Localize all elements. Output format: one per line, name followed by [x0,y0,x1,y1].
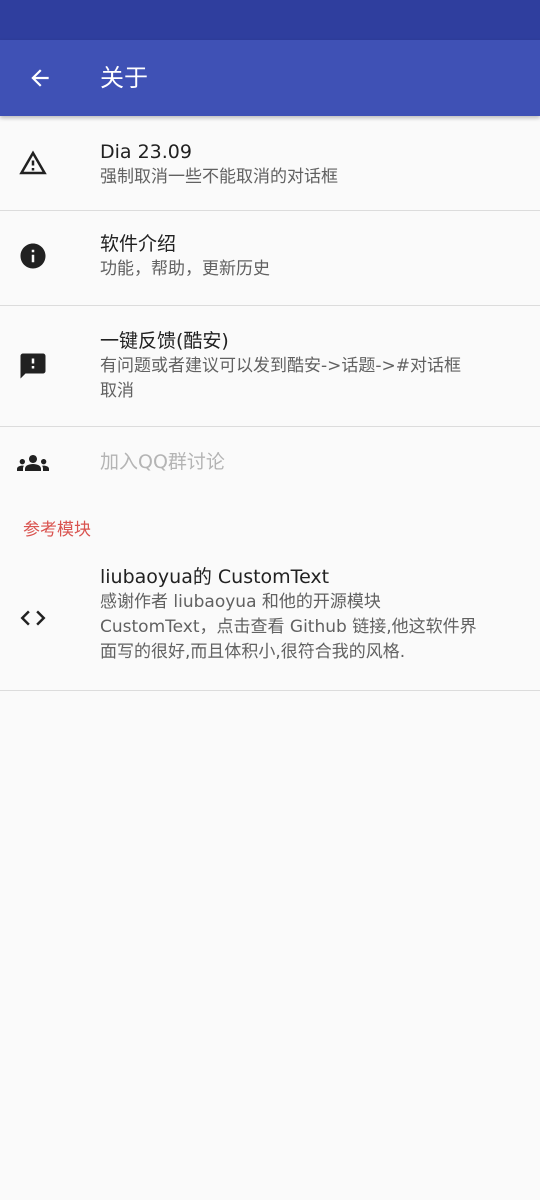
item-summary-line-2: 取消 [100,381,134,401]
item-title: 软件介绍 [100,233,177,255]
group-icon [16,446,50,480]
settings-list: Dia 23.09 强制取消一些不能取消的对话框 软件介绍 功能，帮助，更新历史… [0,116,540,691]
list-item-feedback[interactable]: 一键反馈(酷安) 有问题或者建议可以发到酷安->话题->#对话框 取消 [0,306,540,427]
item-title-disabled: 加入QQ群讨论 [100,451,225,473]
item-title: liubaoyua的 CustomText [100,566,330,588]
item-summary-line-3: 面写的很好,而且体积小,很符合我的风格. [100,642,406,662]
feedback-icon [16,349,50,383]
item-title: Dia 23.09 [100,141,192,163]
item-summary-line-1: 感谢作者 liubaoyua 和他的开源模块 [100,592,381,612]
arrow-back-icon [31,69,49,87]
item-title: 一键反馈(酷安) [100,330,229,352]
list-item-version[interactable]: Dia 23.09 强制取消一些不能取消的对话框 [0,116,540,211]
app-bar: 关于 [0,40,540,116]
item-summary-line-1: 有问题或者建议可以发到酷安->话题->#对话框 [100,356,462,376]
item-summary-line-2: CustomText，点击查看 Github 链接,他这软件界 [100,617,477,637]
warning-icon [16,146,50,180]
item-summary: 强制取消一些不能取消的对话框 [100,167,338,187]
page-title: 关于 [100,64,148,92]
section-header: 参考模块 [0,499,540,553]
status-bar [0,0,540,40]
list-item-introduction[interactable]: 软件介绍 功能，帮助，更新历史 [0,211,540,306]
section-header-label: 参考模块 [23,520,91,540]
list-item-customtext[interactable]: liubaoyua的 CustomText 感谢作者 liubaoyua 和他的… [0,553,540,691]
code-icon [16,601,50,635]
list-item-qq-group[interactable]: 加入QQ群讨论 [0,427,540,499]
back-button[interactable] [20,58,60,98]
info-icon [16,239,50,273]
item-summary: 功能，帮助，更新历史 [100,259,270,279]
